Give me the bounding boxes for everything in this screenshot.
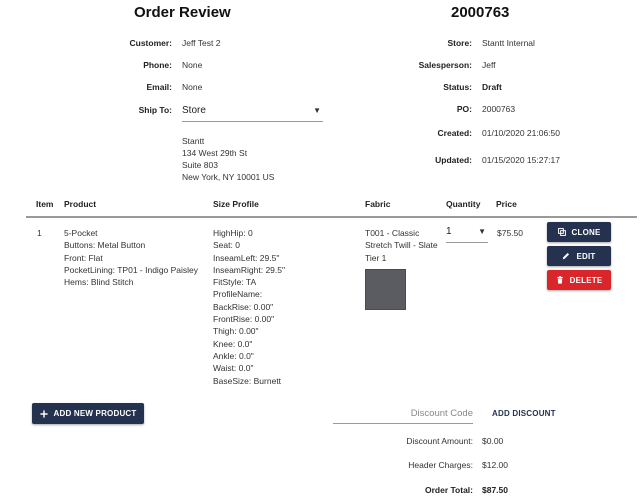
address-line: Suite 803 (182, 160, 218, 170)
size-profile-line: InseamRight: 29.5" (213, 264, 286, 275)
status-badge: Draft (482, 82, 502, 92)
shipping-address: Stantt 134 West 29th St Suite 803 New Yo… (182, 135, 274, 183)
quantity-select[interactable]: 1 ▼ (446, 226, 488, 243)
size-profile-line: HighHip: 0 (213, 228, 253, 238)
discount-amount-value: $0.00 (482, 436, 504, 446)
updated-timestamp: 01/15/2020 15:27:17 (482, 155, 560, 165)
column-header-fabric: Fabric (365, 199, 391, 209)
item-price: $75.50 (497, 228, 523, 238)
discount-amount-label: Discount Amount: (406, 436, 473, 446)
add-new-product-button[interactable]: ADD NEW PRODUCT (32, 403, 144, 424)
product-line: Hems: Blind Stitch (64, 277, 134, 288)
page-title: Order Review (134, 4, 231, 21)
phone-label: Phone: (143, 60, 172, 70)
edit-button-label: EDIT (576, 251, 596, 261)
header-charges-label: Header Charges: (408, 460, 473, 470)
add-new-product-label: ADD NEW PRODUCT (53, 409, 137, 418)
table-header-divider (26, 216, 637, 218)
quantity-selected-value: 1 (446, 226, 452, 237)
order-total-value: $87.50 (482, 485, 508, 495)
ship-to-select[interactable]: Store ▼ (182, 105, 323, 122)
product-line: PocketLining: TP01 - Indigo Paisley (64, 264, 199, 275)
po-value: 2000763 (482, 104, 516, 114)
order-number: 2000763 (451, 4, 510, 21)
fabric-line: Tier 1 (365, 252, 387, 263)
salesperson-value: Jeff (482, 60, 496, 70)
customer-value: Jeff Test 2 (182, 38, 221, 48)
size-profile-line: FrontRise: 0.00" (213, 314, 275, 325)
size-profile-line: FitStyle: TA (213, 277, 257, 288)
column-header-size-profile: Size Profile (213, 199, 259, 209)
store-label: Store: (447, 38, 472, 48)
column-header-price: Price (496, 199, 517, 209)
discount-code-field[interactable] (333, 404, 473, 424)
size-profile-line: Knee: 0.0" (213, 338, 253, 349)
created-label: Created: (437, 128, 472, 138)
edit-button[interactable]: EDIT (547, 246, 611, 266)
plus-icon (39, 409, 48, 418)
dropdown-arrow-icon: ▼ (478, 227, 486, 236)
size-profile-details: HighHip: 0 Seat: 0 InseamLeft: 29.5" Ins… (213, 227, 285, 387)
created-timestamp: 01/10/2020 21:06:50 (482, 128, 560, 138)
pencil-icon (563, 252, 570, 260)
item-number: 1 (37, 228, 42, 238)
size-profile-line: BackRise: 0.00" (213, 301, 274, 312)
clone-button-label: CLONE (571, 227, 601, 237)
delete-button-label: DELETE (569, 275, 603, 285)
product-line: 5-Pocket (64, 228, 98, 238)
ship-to-label: Ship To: (138, 105, 172, 115)
po-label: PO: (456, 104, 472, 114)
fabric-details: T001 - Classic Stretch Twill - Slate Tie… (365, 227, 438, 264)
fabric-line: T001 - Classic (365, 228, 420, 238)
phone-value: None (182, 60, 203, 70)
product-line: Buttons: Metal Button (64, 240, 146, 251)
size-profile-line: InseamLeft: 29.5" (213, 252, 280, 263)
column-header-item: Item (36, 199, 54, 209)
column-header-product: Product (64, 199, 97, 209)
copy-icon (557, 228, 566, 236)
status-label: Status: (443, 82, 472, 92)
size-profile-line: ProfileName: (213, 289, 263, 300)
size-profile-line: BaseSize: Burnett (213, 375, 282, 386)
address-line: New York, NY 10001 US (182, 172, 275, 182)
size-profile-line: Thigh: 0.00" (213, 326, 259, 337)
ship-to-selected-value: Store (182, 105, 206, 116)
address-line: Stantt (182, 136, 205, 146)
size-profile-line: Seat: 0 (213, 240, 240, 251)
salesperson-label: Salesperson: (418, 60, 472, 70)
order-total-label: Order Total: (424, 485, 473, 495)
product-details: 5-Pocket Buttons: Metal Button Front: Fl… (64, 227, 198, 288)
dropdown-arrow-icon: ▼ (313, 106, 321, 115)
updated-label: Updated: (435, 155, 472, 165)
clone-button[interactable]: CLONE (547, 222, 611, 242)
address-line: 134 West 29th St (182, 148, 248, 158)
add-discount-button[interactable]: ADD DISCOUNT (492, 409, 556, 418)
discount-code-input[interactable] (333, 404, 473, 419)
email-label: Email: (146, 82, 172, 92)
product-line: Front: Flat (64, 252, 103, 263)
email-value: None (182, 82, 203, 92)
fabric-line: Stretch Twill - Slate (365, 240, 438, 251)
header-charges-value: $12.00 (482, 460, 508, 470)
size-profile-line: Ankle: 0.0" (213, 350, 254, 361)
fabric-swatch (365, 269, 406, 310)
store-value: Stantt Internal (482, 38, 535, 48)
size-profile-line: Waist: 0.0" (213, 363, 254, 374)
delete-button[interactable]: DELETE (547, 270, 611, 290)
column-header-quantity: Quantity (446, 199, 481, 209)
customer-label: Customer: (129, 38, 172, 48)
trash-icon (556, 276, 563, 284)
